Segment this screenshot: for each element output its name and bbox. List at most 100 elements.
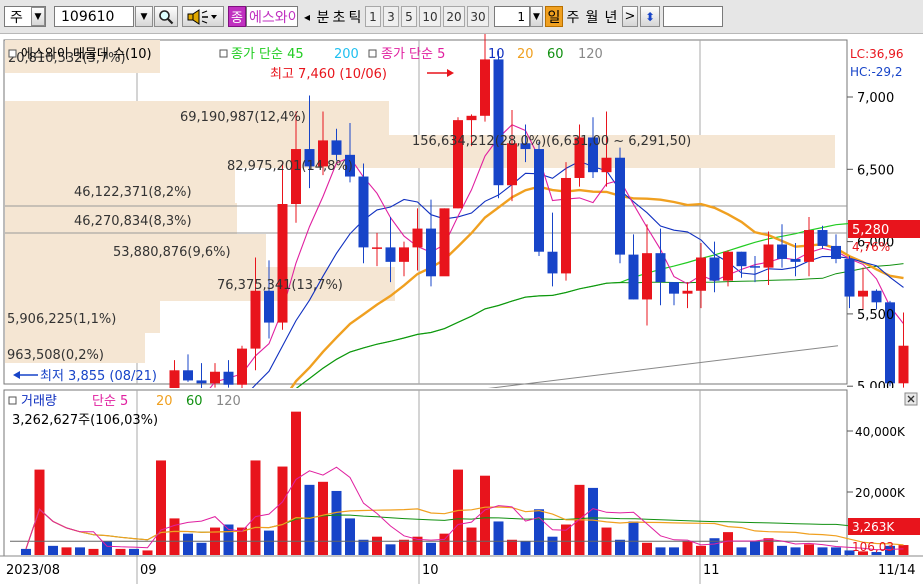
minute-10-label: 10 — [422, 9, 438, 24]
candle-body — [763, 244, 774, 268]
stock-name-field[interactable]: 에스와이 — [246, 6, 298, 27]
code-dropdown-button[interactable]: ▼ — [135, 6, 153, 27]
market-select-value: 주 — [10, 9, 23, 26]
minute-dropdown-button[interactable]: ▼ — [530, 6, 543, 27]
volume-bar — [142, 550, 153, 555]
period-month-tab[interactable]: 월 — [583, 6, 601, 27]
volume-bar — [709, 538, 720, 555]
volume-bar — [534, 509, 544, 555]
minute-1-button[interactable]: 1 — [365, 6, 381, 27]
minute-20-button[interactable]: 20 — [443, 6, 465, 27]
price-legend-title: 에스와이 매물대 수(10) — [21, 47, 152, 62]
period-second-button[interactable]: 초 — [331, 6, 347, 27]
search-icon — [159, 9, 174, 24]
chevron-left-icon: ◂ — [303, 9, 311, 24]
candle-body — [264, 290, 274, 323]
candle-body — [655, 253, 666, 283]
volume-bar — [520, 541, 531, 555]
stock-type-badge: 종 — [228, 6, 246, 27]
legend-toggle-icon[interactable] — [368, 49, 377, 58]
period-week-tab[interactable]: 주 — [564, 6, 582, 27]
current-volume-label: 3,262,627주(106,03%) — [12, 413, 158, 428]
date-label-09: 09 — [140, 563, 157, 578]
volume-bar — [777, 545, 787, 555]
minute-30-button[interactable]: 30 — [467, 6, 489, 27]
volume-bar — [628, 521, 639, 555]
candle-body — [250, 290, 261, 349]
chevron-down-icon: ▼ — [533, 11, 540, 22]
stock-code-input[interactable]: 109610 — [54, 6, 134, 27]
candle-body — [385, 247, 396, 262]
period-next-button[interactable]: > — [622, 6, 638, 27]
minute-custom-input[interactable]: 1 — [494, 6, 530, 27]
volume-axis-label-40000k: 40,000K — [855, 425, 906, 439]
minute-5-button[interactable]: 5 — [401, 6, 417, 27]
price-chart: 20,810,532(3,7%)69,190,987(12,4%)156,634… — [0, 34, 923, 388]
volume-bar — [399, 539, 409, 555]
volume-bar — [588, 487, 598, 555]
volume-bar — [817, 547, 828, 555]
period-year-tab[interactable]: 년 — [602, 6, 620, 27]
period-prev-button[interactable]: ◂ — [300, 6, 314, 27]
volume-profile-label: 156,634,212(28,0%)(6,631,00 ~ 6,291,50) — [412, 134, 691, 149]
sort-toggle-button[interactable]: ⬍ — [640, 6, 660, 27]
ma60-legend: 60 — [547, 47, 564, 62]
volume-bar — [898, 545, 909, 555]
volume-bar — [331, 490, 342, 555]
low-price-annotation: 최저 3,855 (08/21) — [40, 369, 157, 384]
ma45-legend: 종가 단순 45 — [231, 47, 304, 62]
chevron-down-icon[interactable]: ▼ — [31, 7, 45, 26]
volume-ma120-legend: 120 — [216, 394, 241, 409]
ma200-legend: 200 — [334, 47, 359, 62]
candle-body — [817, 230, 828, 246]
volume-bar — [750, 541, 760, 555]
candle-body — [871, 290, 882, 303]
candle-body — [183, 370, 193, 381]
minute-3-label: 3 — [387, 9, 395, 24]
date-label-11: 11 — [703, 563, 720, 578]
volume-bar — [88, 548, 99, 555]
legend-toggle-icon[interactable] — [8, 396, 17, 405]
volume-bar — [21, 548, 31, 555]
speaker-icon — [187, 8, 217, 25]
period-minute-button[interactable]: 분 — [315, 6, 331, 27]
volume-ma5-legend: 단순 5 — [92, 394, 128, 409]
high-price-annotation: 최고 7,460 (10/06) — [270, 67, 387, 82]
legend-toggle-icon[interactable] — [219, 49, 228, 58]
volume-bar — [372, 536, 382, 555]
volume-bar — [669, 547, 679, 555]
legend-toggle-icon[interactable] — [8, 49, 17, 58]
period-day-tab[interactable]: 일 — [545, 6, 563, 27]
ma5-legend: 종가 단순 5 — [381, 47, 445, 62]
volume-bar — [129, 548, 139, 555]
volume-bar — [61, 547, 72, 555]
market-select[interactable]: 주 ▼ — [4, 6, 46, 27]
volume-bar — [453, 469, 463, 555]
candle-body — [777, 244, 787, 259]
volume-bar — [507, 539, 517, 555]
candle-body — [696, 257, 706, 291]
candle-body — [223, 371, 234, 385]
volume-bar — [547, 536, 558, 555]
minute-3-button[interactable]: 3 — [383, 6, 399, 27]
period-tick-button[interactable]: 틱 — [347, 6, 363, 27]
sound-alert-button[interactable] — [182, 6, 224, 27]
minute-20-label: 20 — [446, 9, 462, 24]
stock-search-button[interactable] — [154, 6, 178, 27]
volume-profile-label: 46,122,371(8,2%) — [74, 185, 192, 200]
volume-bar — [723, 532, 733, 555]
volume-ma60-legend: 60 — [186, 394, 203, 409]
lc-label: LC:36,96 — [850, 47, 903, 61]
volume-bar — [102, 541, 112, 555]
minute-30-label: 30 — [470, 9, 486, 24]
stock-name-value: 에스와이 — [249, 9, 298, 26]
volume-profile-label: 46,270,834(8,3%) — [74, 214, 192, 229]
volume-bar — [804, 544, 814, 555]
candle-body — [426, 228, 436, 277]
chevron-right-icon: > — [624, 9, 636, 24]
extra-input[interactable] — [663, 6, 723, 27]
volume-legend-title: 거래량 — [21, 394, 57, 409]
period-month-label: 월 — [585, 9, 599, 26]
minute-10-button[interactable]: 10 — [419, 6, 441, 27]
volume-bar — [196, 542, 207, 555]
